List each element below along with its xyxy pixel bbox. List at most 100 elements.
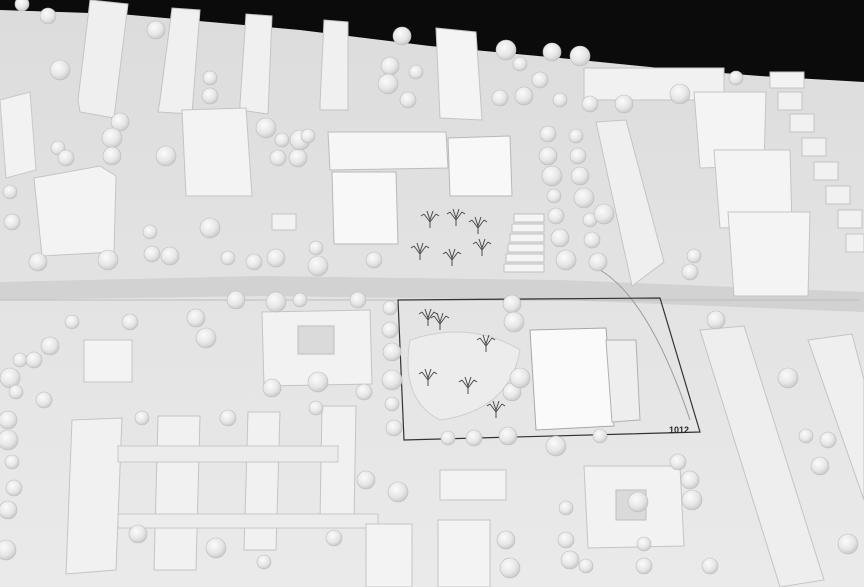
connector <box>117 445 339 463</box>
tree <box>546 188 562 204</box>
tree <box>539 125 557 143</box>
building <box>181 107 253 197</box>
tree <box>550 228 570 248</box>
tree <box>325 529 343 547</box>
tree <box>14 0 30 12</box>
tree <box>592 428 608 444</box>
tree <box>160 246 180 266</box>
tree <box>288 148 308 168</box>
tree <box>57 149 75 167</box>
tree <box>502 294 522 314</box>
tree <box>64 314 80 330</box>
building <box>769 71 805 89</box>
tree <box>570 166 590 186</box>
tree <box>728 70 744 86</box>
tree <box>491 89 509 107</box>
tree <box>558 500 574 516</box>
tree <box>382 300 398 316</box>
tree <box>545 435 567 457</box>
tree <box>155 145 177 167</box>
tree <box>2 184 18 200</box>
tree <box>837 533 859 555</box>
tree <box>392 26 412 46</box>
building <box>365 523 413 587</box>
tree <box>541 165 563 187</box>
tree <box>669 83 691 105</box>
tree <box>578 558 594 574</box>
tree <box>387 481 409 503</box>
tree <box>810 456 830 476</box>
proposed-building-annex <box>605 339 641 423</box>
tree <box>199 217 221 239</box>
tree <box>40 336 60 356</box>
tree <box>547 207 565 225</box>
tree <box>681 489 703 511</box>
tree <box>0 500 18 520</box>
tree <box>701 557 719 575</box>
tree <box>498 426 518 446</box>
tree <box>307 371 329 393</box>
tree <box>146 20 166 40</box>
tree <box>465 429 483 447</box>
tree <box>128 524 148 544</box>
tree <box>557 531 575 549</box>
tree <box>583 231 601 249</box>
tree <box>542 42 562 62</box>
tree <box>349 291 367 309</box>
tree <box>669 453 687 471</box>
tree <box>49 59 71 81</box>
tree <box>531 71 549 89</box>
tree <box>377 73 399 95</box>
tree <box>635 557 653 575</box>
proposed-building <box>529 327 615 431</box>
tree <box>4 454 20 470</box>
tree <box>12 352 28 368</box>
tree <box>255 117 277 139</box>
small-block <box>271 213 297 231</box>
building <box>327 131 449 171</box>
tree <box>495 39 517 61</box>
building <box>727 211 811 297</box>
tree <box>134 410 150 426</box>
tree <box>0 410 18 430</box>
tree <box>568 128 584 144</box>
tree <box>25 351 43 369</box>
building <box>65 417 123 575</box>
tree <box>35 391 53 409</box>
tree <box>408 64 424 80</box>
tree <box>308 240 324 256</box>
tree <box>101 127 123 149</box>
tree <box>573 187 595 209</box>
tree <box>552 92 568 108</box>
tree <box>300 128 316 144</box>
tree <box>385 419 403 437</box>
tree <box>777 367 799 389</box>
tree <box>496 530 516 550</box>
tree <box>681 263 699 281</box>
building <box>437 519 491 587</box>
tree <box>205 537 227 559</box>
building <box>435 27 483 121</box>
tree <box>555 249 577 271</box>
connector <box>117 513 379 529</box>
tree <box>142 224 158 240</box>
tree <box>201 87 219 105</box>
tree <box>266 248 286 268</box>
tree <box>636 536 652 552</box>
courtyard <box>297 325 335 355</box>
building <box>153 415 201 571</box>
building <box>83 339 133 383</box>
tree <box>569 147 587 165</box>
tree <box>220 250 236 266</box>
tree <box>382 342 402 362</box>
site-number-label: 1012 <box>668 425 690 435</box>
building <box>447 135 513 197</box>
tree <box>514 86 534 106</box>
tree <box>274 132 290 148</box>
tree <box>39 7 57 25</box>
tree <box>308 400 324 416</box>
tree <box>503 311 525 333</box>
tree <box>538 146 558 166</box>
tree <box>627 491 649 513</box>
tree <box>143 245 161 263</box>
